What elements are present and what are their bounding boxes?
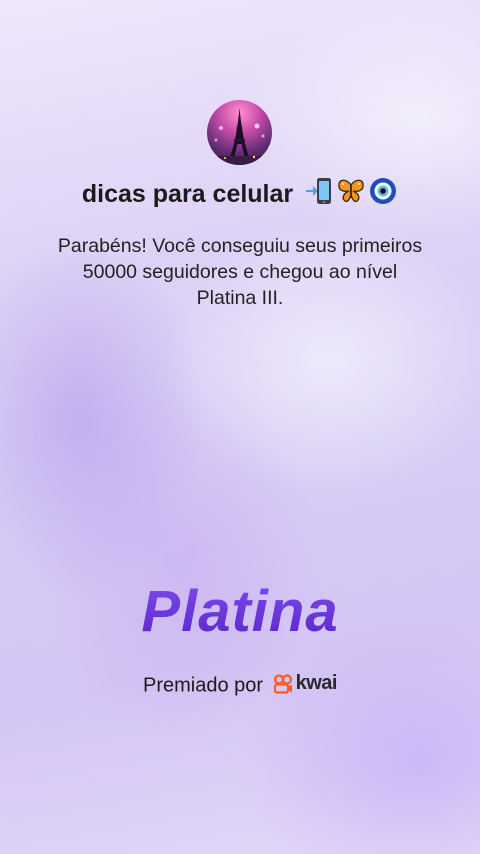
account-name: dicas para celular (0, 176, 480, 209)
butterfly-emoji (338, 179, 364, 203)
account-name-text: dicas para celular (81, 180, 294, 208)
awarded-by: Premiado por kwai (0, 672, 480, 698)
awarded-by-label: Premiado por (143, 674, 264, 697)
achievement-screen: dicas para celular Parabéns! Você conseg… (0, 0, 480, 854)
account-name-emojis (304, 176, 398, 206)
nazar-amulet-emoji (370, 178, 397, 204)
level-title: Platina (0, 578, 480, 645)
kwai-brand-text: kwai (295, 672, 338, 694)
kwai-brand: kwai (273, 672, 337, 695)
eiffel-tower-icon (207, 108, 272, 165)
profile-avatar (207, 100, 272, 165)
kwai-logo-icon (273, 673, 292, 694)
phone-arrow-emoji (306, 178, 332, 204)
achievement-message: Parabéns! Você conseguiu seus primeiros … (57, 235, 423, 309)
